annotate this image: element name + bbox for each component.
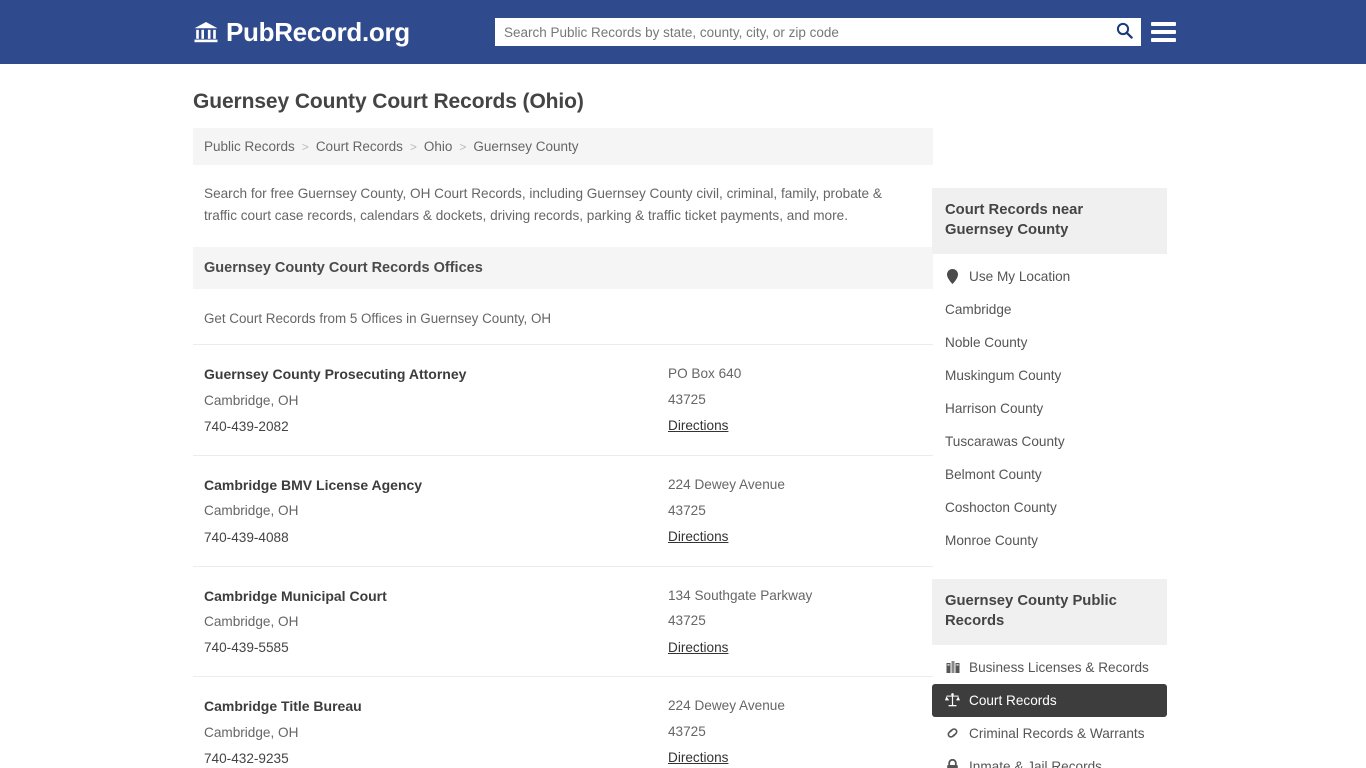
office-name: Cambridge Title Bureau [204,693,668,720]
sidebar-item-label: Coshocton County [945,500,1057,515]
office-phone: 740-432-9235 [204,746,668,768]
breadcrumb: Public Records > Court Records > Ohio > … [193,128,933,165]
sidebar-item-cambridge[interactable]: Cambridge [932,293,1167,326]
sidebar-item-coshocton-county[interactable]: Coshocton County [932,491,1167,524]
site-header: PubRecord.org [0,0,1366,64]
search-bar [495,18,1141,46]
sidebar-item-label: Cambridge [945,302,1012,317]
office-details: Cambridge Municipal Court Cambridge, OH … [204,583,668,662]
sidebar-item-muskingum-county[interactable]: Muskingum County [932,359,1167,392]
breadcrumb-item-ohio[interactable]: Ohio [424,139,453,154]
sidebar-item-criminal-records[interactable]: Criminal Records & Warrants [932,717,1167,750]
office-address-block: 134 Southgate Parkway 43725 Directions [668,583,933,662]
page-container: Guernsey County Court Records (Ohio) Pub… [0,64,1366,768]
sidebar-item-label: Belmont County [945,467,1042,482]
sidebar: Court Records near Guernsey County Use M… [932,188,1167,768]
sidebar-item-monroe-county[interactable]: Monroe County [932,524,1167,557]
sidebar-item-label: Use My Location [969,269,1070,284]
offices-section-subheading: Get Court Records from 5 Offices in Guer… [193,289,933,344]
padlock-icon [945,759,960,768]
directions-link[interactable]: Directions [668,635,728,661]
sidebar-near-heading: Court Records near Guernsey County [932,188,1167,254]
map-pin-icon [945,269,960,284]
office-address-block: PO Box 640 43725 Directions [668,361,933,440]
handcuffs-icon [945,726,960,741]
sidebar-item-harrison-county[interactable]: Harrison County [932,392,1167,425]
sidebar-item-court-records[interactable]: Court Records [932,684,1167,717]
breadcrumb-item-public-records[interactable]: Public Records [204,139,295,154]
sidebar-near-list: Use My Location Cambridge Noble County M… [932,254,1167,557]
sidebar-item-label: Business Licenses & Records [969,660,1149,675]
directions-link[interactable]: Directions [668,524,728,550]
office-zip: 43725 [668,608,933,634]
sidebar-item-label: Noble County [945,335,1027,350]
office-address: 224 Dewey Avenue [668,693,933,719]
directions-link[interactable]: Directions [668,413,728,439]
office-row: Guernsey County Prosecuting Attorney Cam… [193,344,933,455]
directions-link[interactable]: Directions [668,745,728,768]
breadcrumb-separator: > [452,140,473,154]
site-logo-text: PubRecord.org [226,19,410,45]
office-row: Cambridge Municipal Court Cambridge, OH … [193,566,933,677]
page-description: Search for free Guernsey County, OH Cour… [193,165,908,247]
sidebar-item-belmont-county[interactable]: Belmont County [932,458,1167,491]
page-title: Guernsey County Court Records (Ohio) [193,64,1176,128]
search-input[interactable] [495,18,1107,46]
breadcrumb-separator: > [295,140,316,154]
sidebar-item-label: Tuscarawas County [945,434,1065,449]
scales-of-justice-icon [945,693,960,708]
office-address-block: 224 Dewey Avenue 43725 Directions [668,472,933,551]
bank-building-icon [193,19,219,45]
office-zip: 43725 [668,387,933,413]
breadcrumb-separator: > [403,140,424,154]
office-row: Cambridge Title Bureau Cambridge, OH 740… [193,676,933,768]
sidebar-item-label: Monroe County [945,533,1038,548]
office-zip: 43725 [668,498,933,524]
sidebar-item-label: Harrison County [945,401,1043,416]
office-city-state: Cambridge, OH [204,388,668,414]
sidebar-records-heading: Guernsey County Public Records [932,579,1167,645]
sidebar-item-business-licenses[interactable]: Business Licenses & Records [932,651,1167,684]
sidebar-spacer [932,557,1167,579]
office-details: Cambridge BMV License Agency Cambridge, … [204,472,668,551]
sidebar-item-inmate-jail-records[interactable]: Inmate & Jail Records [932,750,1167,768]
office-zip: 43725 [668,719,933,745]
office-name: Cambridge Municipal Court [204,583,668,610]
sidebar-item-noble-county[interactable]: Noble County [932,326,1167,359]
office-name: Cambridge BMV License Agency [204,472,668,499]
office-address: PO Box 640 [668,361,933,387]
search-icon [1116,22,1133,42]
breadcrumb-item-guernsey-county[interactable]: Guernsey County [473,139,578,154]
office-phone: 740-439-2082 [204,414,668,440]
sidebar-item-label: Muskingum County [945,368,1061,383]
sidebar-item-label: Court Records [969,693,1057,708]
office-address: 134 Southgate Parkway [668,583,933,609]
office-city-state: Cambridge, OH [204,498,668,524]
office-name: Guernsey County Prosecuting Attorney [204,361,668,388]
office-details: Cambridge Title Bureau Cambridge, OH 740… [204,693,668,768]
office-details: Guernsey County Prosecuting Attorney Cam… [204,361,668,440]
main-content: Public Records > Court Records > Ohio > … [193,128,933,768]
office-address: 224 Dewey Avenue [668,472,933,498]
sidebar-item-label: Criminal Records & Warrants [969,726,1145,741]
sidebar-item-tuscarawas-county[interactable]: Tuscarawas County [932,425,1167,458]
sidebar-records-list: Business Licenses & Records Court [932,645,1167,768]
office-phone: 740-439-4088 [204,525,668,551]
offices-section-heading: Guernsey County Court Records Offices [193,247,933,289]
breadcrumb-item-court-records[interactable]: Court Records [316,139,403,154]
sidebar-item-label: Inmate & Jail Records [969,759,1102,768]
office-city-state: Cambridge, OH [204,720,668,746]
office-row: Cambridge BMV License Agency Cambridge, … [193,455,933,566]
search-button[interactable] [1107,18,1141,46]
briefcase-icon [945,660,960,675]
office-city-state: Cambridge, OH [204,609,668,635]
sidebar-item-use-my-location[interactable]: Use My Location [932,260,1167,293]
office-phone: 740-439-5585 [204,635,668,661]
hamburger-menu-icon[interactable] [1151,19,1176,45]
office-address-block: 224 Dewey Avenue 43725 Directions [668,693,933,768]
site-logo[interactable]: PubRecord.org [193,19,410,45]
